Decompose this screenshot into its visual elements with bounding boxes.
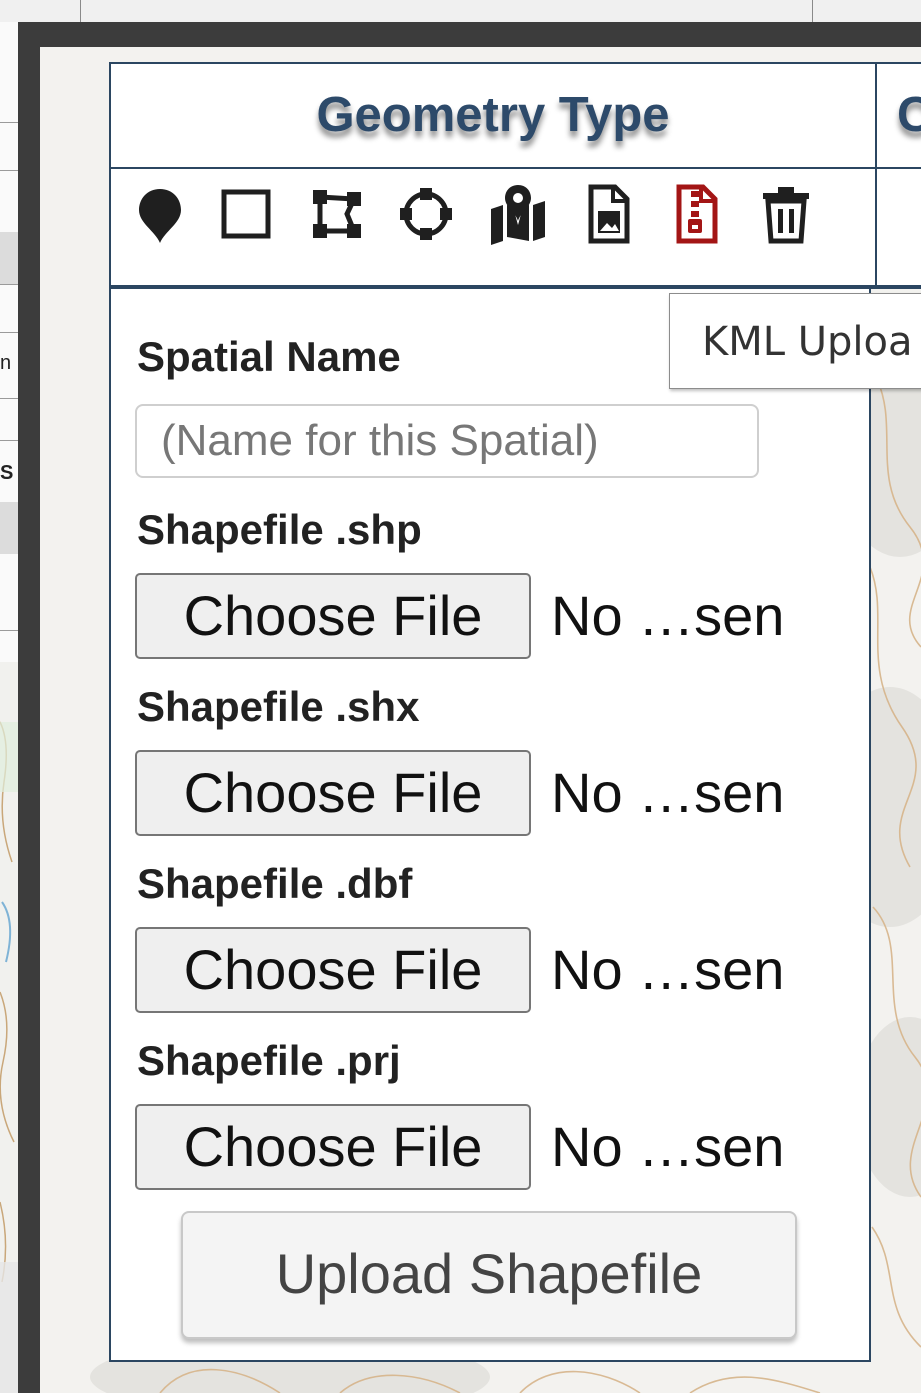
background-table-line [0,332,18,333]
file-status-text: No …sen [551,584,785,647]
background-text-fragment: n [0,352,12,374]
square-outline-icon[interactable] [211,179,281,249]
tooltip-text: KML Uploa [702,319,913,365]
shx-file-input[interactable]: Choose File No …sen [135,750,835,836]
prj-file-input[interactable]: Choose File No …sen [135,1104,835,1190]
choose-file-button[interactable]: Choose File [135,573,531,659]
background-column-divider [80,0,81,22]
file-status-text: No …sen [551,1115,785,1178]
shx-file-label: Shapefile .shx [137,683,420,730]
background-table-header [0,232,18,284]
shp-file-input[interactable]: Choose File No …sen [135,573,835,659]
file-image-icon[interactable] [573,179,643,249]
choose-file-button[interactable]: Choose File [135,927,531,1013]
background-table-line [0,398,18,399]
geometry-panel: Geometry Type C [109,62,921,289]
background-table-line [0,440,18,441]
shp-file-label: Shapefile .shp [137,506,422,553]
choose-file-button[interactable]: Choose File [135,750,531,836]
tooltip: KML Uploa [669,293,921,389]
draw-polygon-icon[interactable] [301,179,371,249]
panel-header: Geometry Type C [111,64,921,169]
trash-icon[interactable] [751,179,821,249]
background-table-line [0,630,18,631]
spatial-name-label: Spatial Name [137,333,401,380]
choose-file-button[interactable]: Choose File [135,1104,531,1190]
circle-outline-icon[interactable] [391,179,461,249]
prj-file-label: Shapefile .prj [137,1037,401,1084]
next-column-header: C [897,88,921,142]
upload-shapefile-button[interactable]: Upload Shapefile [181,1211,797,1339]
geometry-toolbar [111,169,875,287]
background-table-edge: n S [0,22,18,1393]
spatial-name-input[interactable] [135,404,759,478]
dbf-file-input[interactable]: Choose File No …sen [135,927,835,1013]
background-table-header [0,502,18,554]
map-marker-icon[interactable] [125,179,195,249]
map-marked-icon[interactable] [483,179,553,249]
background-map-edge [0,662,18,1393]
shapefile-form: Spatial Name Shapefile .shp Choose File … [109,289,871,1362]
file-status-text: No …sen [551,761,785,824]
background-table-line [0,284,18,285]
dbf-file-label: Shapefile .dbf [137,860,413,907]
column-divider [875,64,877,289]
background-table-line [0,122,18,123]
geometry-type-header: Geometry Type [316,88,670,142]
background-toolbar [0,0,921,23]
background-column-divider [812,0,813,22]
background-table-line [0,170,18,171]
background-text-fragment: S [0,462,14,484]
file-status-text: No …sen [551,938,785,1001]
file-archive-icon[interactable] [661,179,731,249]
